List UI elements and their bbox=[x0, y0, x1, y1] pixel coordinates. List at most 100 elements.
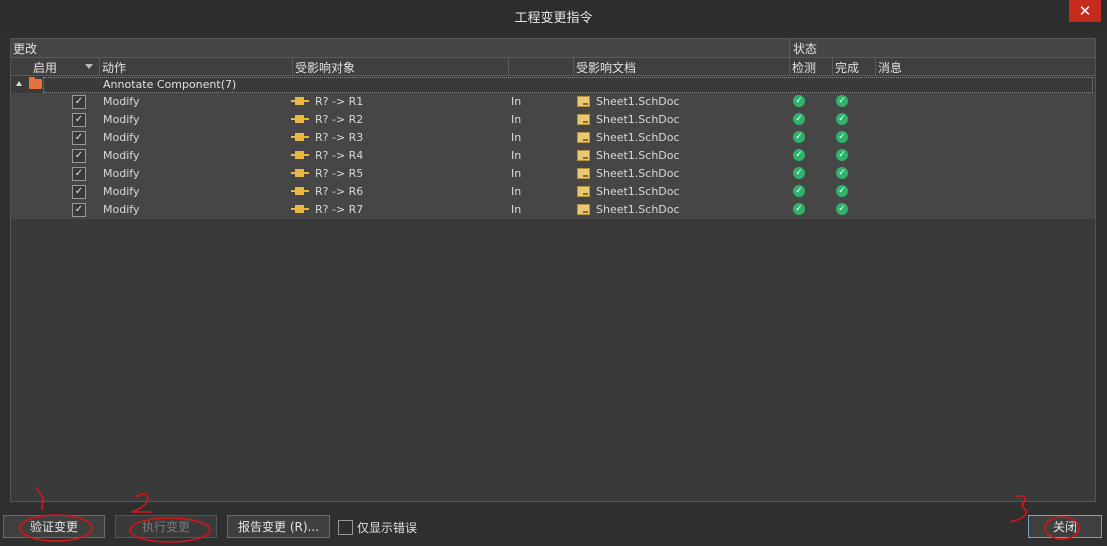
affected-document-cell: Sheet1.SchDoc bbox=[596, 203, 680, 216]
component-icon bbox=[291, 187, 309, 195]
action-cell: Modify bbox=[103, 95, 140, 108]
validate-changes-button[interactable]: 验证变更 bbox=[3, 515, 105, 538]
affected-object-cell: R? -> R2 bbox=[315, 113, 364, 126]
execute-changes-button[interactable]: 执行变更 bbox=[115, 515, 217, 538]
action-cell: Modify bbox=[103, 149, 140, 162]
change-rows: ✓ Modify R? -> R1 In Sheet1.SchDoc ✓ ✓ ✓… bbox=[11, 93, 1095, 219]
affected-document-cell: Sheet1.SchDoc bbox=[596, 149, 680, 162]
action-cell: Modify bbox=[103, 203, 140, 216]
column-divider bbox=[789, 39, 790, 57]
in-cell: In bbox=[511, 203, 522, 216]
done-ok-icon: ✓ bbox=[836, 185, 848, 197]
close-button[interactable]: 关闭 bbox=[1028, 515, 1102, 538]
affected-document-cell: Sheet1.SchDoc bbox=[596, 185, 680, 198]
column-divider[interactable] bbox=[875, 58, 876, 75]
done-ok-icon: ✓ bbox=[836, 203, 848, 215]
affected-object-cell: R? -> R6 bbox=[315, 185, 364, 198]
column-header-check[interactable]: 检测 bbox=[792, 59, 816, 76]
action-cell: Modify bbox=[103, 131, 140, 144]
component-icon bbox=[291, 205, 309, 213]
component-icon bbox=[291, 133, 309, 141]
affected-object-cell: R? -> R5 bbox=[315, 167, 364, 180]
group-row-annotate-component[interactable]: Annotate Component(7) bbox=[11, 76, 1095, 93]
done-ok-icon: ✓ bbox=[836, 167, 848, 179]
affected-object-cell: R? -> R4 bbox=[315, 149, 364, 162]
done-ok-icon: ✓ bbox=[836, 149, 848, 161]
check-ok-icon: ✓ bbox=[793, 185, 805, 197]
enable-checkbox[interactable]: ✓ bbox=[72, 113, 86, 127]
in-cell: In bbox=[511, 185, 522, 198]
affected-object-cell: R? -> R3 bbox=[315, 131, 364, 144]
column-header-affected-document[interactable]: 受影响文档 bbox=[576, 59, 636, 76]
column-divider[interactable] bbox=[508, 58, 509, 75]
check-ok-icon: ✓ bbox=[793, 131, 805, 143]
only-show-errors-label[interactable]: 仅显示错误 bbox=[357, 519, 417, 536]
in-cell: In bbox=[511, 131, 522, 144]
column-divider[interactable] bbox=[789, 58, 790, 75]
enable-checkbox[interactable]: ✓ bbox=[72, 149, 86, 163]
schematic-doc-icon bbox=[577, 204, 590, 215]
column-header-affected-object[interactable]: 受影响对象 bbox=[295, 59, 355, 76]
table-row[interactable]: ✓ Modify R? -> R5 In Sheet1.SchDoc ✓ ✓ bbox=[11, 165, 1095, 183]
column-header-enable[interactable]: 启用 bbox=[33, 59, 57, 76]
table-row[interactable]: ✓ Modify R? -> R7 In Sheet1.SchDoc ✓ ✓ bbox=[11, 201, 1095, 219]
action-cell: Modify bbox=[103, 113, 140, 126]
check-ok-icon: ✓ bbox=[793, 167, 805, 179]
affected-document-cell: Sheet1.SchDoc bbox=[596, 131, 680, 144]
report-changes-button[interactable]: 报告变更 (R)... bbox=[227, 515, 330, 538]
window-title: 工程变更指令 bbox=[514, 11, 593, 26]
column-divider[interactable] bbox=[99, 58, 100, 75]
folder-icon bbox=[29, 77, 42, 89]
table-row[interactable]: ✓ Modify R? -> R1 In Sheet1.SchDoc ✓ ✓ bbox=[11, 93, 1095, 111]
changes-table: 更改 状态 启用 动作 受影响对象 受影响文档 检测 完成 消息 Annotat… bbox=[10, 38, 1096, 502]
header-group-status: 状态 bbox=[793, 42, 818, 56]
collapse-arrow-icon[interactable] bbox=[16, 81, 22, 86]
column-header-done[interactable]: 完成 bbox=[835, 59, 859, 76]
action-cell: Modify bbox=[103, 185, 140, 198]
sort-arrow-icon[interactable] bbox=[85, 64, 93, 69]
group-label: Annotate Component(7) bbox=[103, 78, 237, 91]
affected-object-cell: R? -> R1 bbox=[315, 95, 364, 108]
done-ok-icon: ✓ bbox=[836, 95, 848, 107]
enable-checkbox[interactable]: ✓ bbox=[72, 203, 86, 217]
window-close-button[interactable]: ✕ bbox=[1069, 0, 1101, 22]
action-cell: Modify bbox=[103, 167, 140, 180]
schematic-doc-icon bbox=[577, 150, 590, 161]
header-group-modifications: 更改 bbox=[13, 42, 38, 56]
in-cell: In bbox=[511, 149, 522, 162]
done-ok-icon: ✓ bbox=[836, 113, 848, 125]
column-divider[interactable] bbox=[832, 58, 833, 75]
schematic-doc-icon bbox=[577, 186, 590, 197]
title-bar: 工程变更指令 ✕ bbox=[0, 0, 1107, 30]
schematic-doc-icon bbox=[577, 96, 590, 107]
enable-checkbox[interactable]: ✓ bbox=[72, 167, 86, 181]
column-header-action[interactable]: 动作 bbox=[102, 59, 126, 76]
component-icon bbox=[291, 97, 309, 105]
table-row[interactable]: ✓ Modify R? -> R3 In Sheet1.SchDoc ✓ ✓ bbox=[11, 129, 1095, 147]
done-ok-icon: ✓ bbox=[836, 131, 848, 143]
in-cell: In bbox=[511, 113, 522, 126]
table-row[interactable]: ✓ Modify R? -> R4 In Sheet1.SchDoc ✓ ✓ bbox=[11, 147, 1095, 165]
check-ok-icon: ✓ bbox=[793, 95, 805, 107]
column-divider[interactable] bbox=[292, 58, 293, 75]
table-row[interactable]: ✓ Modify R? -> R6 In Sheet1.SchDoc ✓ ✓ bbox=[11, 183, 1095, 201]
enable-checkbox[interactable]: ✓ bbox=[72, 95, 86, 109]
check-ok-icon: ✓ bbox=[793, 113, 805, 125]
enable-checkbox[interactable]: ✓ bbox=[72, 185, 86, 199]
affected-object-cell: R? -> R7 bbox=[315, 203, 364, 216]
affected-document-cell: Sheet1.SchDoc bbox=[596, 167, 680, 180]
in-cell: In bbox=[511, 95, 522, 108]
table-row[interactable]: ✓ Modify R? -> R2 In Sheet1.SchDoc ✓ ✓ bbox=[11, 111, 1095, 129]
in-cell: In bbox=[511, 167, 522, 180]
column-header-row: 启用 动作 受影响对象 受影响文档 检测 完成 消息 bbox=[11, 58, 1095, 76]
only-show-errors-checkbox[interactable] bbox=[338, 520, 353, 535]
check-ok-icon: ✓ bbox=[793, 149, 805, 161]
component-icon bbox=[291, 169, 309, 177]
schematic-doc-icon bbox=[577, 132, 590, 143]
header-group-row: 更改 状态 bbox=[11, 39, 1095, 58]
column-divider[interactable] bbox=[573, 58, 574, 75]
column-header-message[interactable]: 消息 bbox=[878, 59, 902, 76]
enable-checkbox[interactable]: ✓ bbox=[72, 131, 86, 145]
affected-document-cell: Sheet1.SchDoc bbox=[596, 95, 680, 108]
component-icon bbox=[291, 115, 309, 123]
